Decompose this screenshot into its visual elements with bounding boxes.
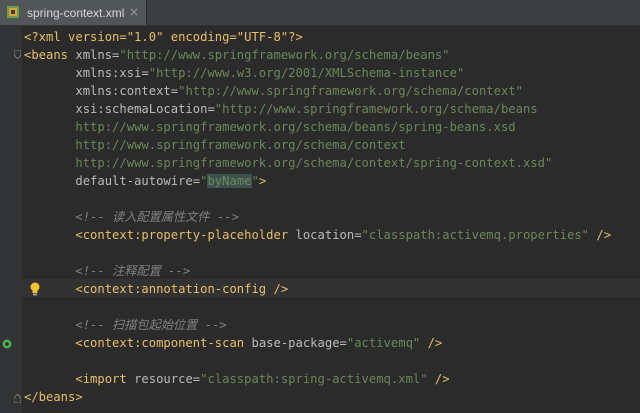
- attribute-value: "classpath:spring-activemq.xml": [200, 372, 428, 386]
- tag-end: </beans>: [24, 390, 83, 404]
- tag-close: >: [258, 174, 267, 188]
- code-line: http://www.springframework.org/schema/co…: [24, 154, 552, 172]
- code-line: <!-- 读入配置属性文件 -->: [24, 208, 239, 226]
- attribute-value: "http://www.springframework.org/schema/b…: [119, 48, 450, 62]
- code-line-current: <context:annotation-config />: [24, 280, 288, 298]
- tag-open: <context:component-scan: [75, 336, 245, 350]
- attribute-name: base-package=: [244, 336, 347, 350]
- code-line: <!-- 扫描包起始位置 -->: [24, 316, 227, 334]
- tag-open: <beans: [24, 48, 69, 62]
- tab-spring-context[interactable]: spring-context.xml ×: [0, 0, 147, 25]
- code-editor[interactable]: <?xml version="1.0" encoding="UTF-8"?> <…: [0, 26, 640, 413]
- tag-close: />: [420, 336, 443, 350]
- tab-label: spring-context.xml: [27, 6, 125, 20]
- attribute-name: xsi:schemaLocation=: [75, 102, 215, 116]
- close-icon[interactable]: ×: [129, 5, 139, 19]
- code-line: <?xml version="1.0" encoding="UTF-8"?>: [24, 28, 303, 46]
- tag-close: />: [266, 282, 289, 296]
- code-line: <import resource="classpath:spring-activ…: [24, 370, 450, 388]
- attribute-name: location=: [288, 228, 362, 242]
- attribute-name: xmlns:context=: [75, 84, 179, 98]
- tag-open: <import: [75, 372, 127, 386]
- attribute-name: xmlns=: [68, 48, 120, 62]
- code-line: xsi:schemaLocation="http://www.springfra…: [24, 100, 538, 118]
- code-line: <context:component-scan base-package="ac…: [24, 334, 442, 352]
- tag-close: />: [589, 228, 612, 242]
- editor-gutter: [0, 26, 22, 413]
- attribute-value-quote: ": [251, 174, 259, 188]
- code-line: <beans xmlns="http://www.springframework…: [24, 46, 450, 64]
- attribute-name: default-autowire=: [75, 174, 201, 188]
- attribute-value: "http://www.springframework.org/schema/b…: [214, 102, 538, 116]
- attribute-value: "classpath:activemq.properties": [361, 228, 590, 242]
- code-line: default-autowire="byName">: [24, 172, 266, 190]
- editor-tab-bar: spring-context.xml ×: [0, 0, 640, 26]
- xml-declaration: <?xml version="1.0" encoding="UTF-8"?>: [24, 30, 303, 44]
- code-line: http://www.springframework.org/schema/co…: [24, 136, 406, 154]
- code-line: </beans>: [24, 388, 83, 406]
- attribute-value: http://www.springframework.org/schema/be…: [75, 120, 516, 134]
- code-comment: <!-- 扫描包起始位置 -->: [75, 318, 227, 332]
- code-line: http://www.springframework.org/schema/be…: [24, 118, 516, 136]
- fold-icon[interactable]: [14, 50, 21, 59]
- attribute-value: http://www.springframework.org/schema/co…: [75, 138, 406, 152]
- attribute-value-highlighted: byName: [207, 174, 252, 188]
- code-line: <context:property-placeholder location="…: [24, 226, 611, 244]
- attribute-name: resource=: [126, 372, 201, 386]
- xml-file-icon: [7, 6, 19, 18]
- tag-open: <context:property-placeholder: [75, 228, 289, 242]
- attribute-value: "http://www.w3.org/2001/XMLSchema-instan…: [148, 66, 465, 80]
- code-line: xmlns:context="http://www.springframewor…: [24, 82, 523, 100]
- code-line: <!-- 注释配置 -->: [24, 262, 190, 280]
- fold-icon[interactable]: [14, 394, 21, 403]
- attribute-value: "http://www.springframework.org/schema/c…: [178, 84, 523, 98]
- spring-bean-icon[interactable]: [2, 339, 12, 349]
- code-line: xmlns:xsi="http://www.w3.org/2001/XMLSch…: [24, 64, 464, 82]
- code-comment: <!-- 读入配置属性文件 -->: [75, 210, 239, 224]
- tag-close: />: [427, 372, 450, 386]
- attribute-value: http://www.springframework.org/schema/co…: [75, 156, 553, 170]
- attribute-name: xmlns:xsi=: [75, 66, 149, 80]
- tag-open: <context:annotation-config: [75, 282, 267, 296]
- attribute-value: "activemq": [346, 336, 421, 350]
- code-comment: <!-- 注释配置 -->: [75, 264, 191, 278]
